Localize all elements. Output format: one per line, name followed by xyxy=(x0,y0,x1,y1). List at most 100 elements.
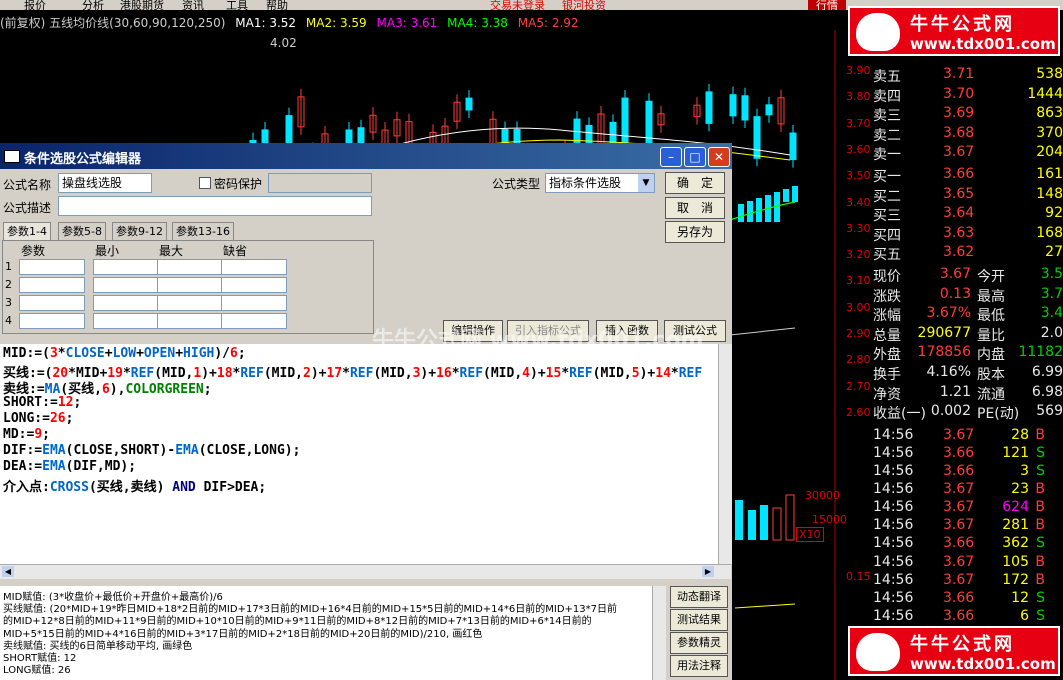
save-as-button[interactable]: 另存为 xyxy=(665,221,725,243)
stat-label-2: 最高 xyxy=(977,288,1005,305)
bid-price: 3.62 xyxy=(943,244,975,261)
param-cell[interactable] xyxy=(157,313,223,329)
quote-stat-row: 涨跌 0.13 最高 3.7 xyxy=(871,286,1063,305)
param-header-max: 最大 xyxy=(159,244,184,258)
stat-label-2: 今开 xyxy=(977,269,1005,285)
tick-volume: 12 xyxy=(1011,589,1029,606)
param-wizard-button[interactable]: 参数精灵 xyxy=(670,632,728,654)
close-button[interactable]: ✕ xyxy=(708,147,730,167)
ask-volume: 204 xyxy=(1036,144,1063,161)
logo-url: www.tdx001.com xyxy=(910,655,1056,673)
ask-label: 卖一 xyxy=(873,147,901,164)
password-checkbox[interactable] xyxy=(199,177,211,189)
broker-link[interactable]: 银河投资 xyxy=(562,0,606,10)
dialog-titlebar[interactable]: 条件选股公式编辑器 – □ ✕ xyxy=(0,143,732,169)
maximize-button[interactable]: □ xyxy=(684,147,706,167)
ma4-readout: MA4: 3.38 xyxy=(447,16,508,30)
param-cell[interactable] xyxy=(93,295,159,311)
candle xyxy=(765,104,773,116)
tab-params-13-16[interactable]: 参数13-16 xyxy=(172,222,234,241)
stat-value-2: 6.99 xyxy=(1031,364,1063,380)
param-cell[interactable] xyxy=(157,277,223,293)
tick-side: B xyxy=(1035,571,1045,588)
param-cell[interactable] xyxy=(221,259,287,275)
param-cell[interactable] xyxy=(221,295,287,311)
stat-value: 4.16% xyxy=(926,364,971,380)
formula-type-label: 公式类型 xyxy=(492,177,541,191)
param-cell[interactable] xyxy=(221,313,287,329)
code-line: 介入点:CROSS(买线,卖线) AND DIF>DEA; xyxy=(3,479,267,495)
candle xyxy=(741,95,749,121)
site-logo-top[interactable]: 牛牛公式网 www.tdx001.com xyxy=(848,6,1060,56)
price-tick: 3.70 xyxy=(846,116,871,130)
menu-item-help[interactable]: 帮助 xyxy=(266,0,288,10)
stat-value: 0.002 xyxy=(930,403,971,420)
tick-side: B xyxy=(1035,553,1045,570)
cow-icon xyxy=(856,13,900,51)
ask-volume: 1444 xyxy=(1027,85,1063,102)
editor-horizontal-scrollbar[interactable]: ◀ ▶ xyxy=(0,564,731,579)
tick-price: 3.66 xyxy=(943,589,975,606)
site-logo-bottom[interactable]: 牛牛公式网 www.tdx001.com xyxy=(848,626,1060,676)
password-label: 密码保护 xyxy=(214,177,263,191)
stat-label-2: 量比 xyxy=(977,327,1005,344)
formula-name-label: 公式名称 xyxy=(3,178,52,192)
param-cell[interactable] xyxy=(93,277,159,293)
tick-price: 3.67 xyxy=(943,571,975,588)
param-cell[interactable] xyxy=(93,259,159,275)
tab-params-9-12[interactable]: 参数9-12 xyxy=(112,222,167,241)
tick-side: S xyxy=(1036,607,1045,624)
tab-params-1-4[interactable]: 参数1-4 xyxy=(3,222,51,241)
param-cell[interactable] xyxy=(19,295,85,311)
editor-vertical-scrollbar[interactable] xyxy=(718,344,732,564)
param-cell[interactable] xyxy=(19,313,85,329)
param-cell[interactable] xyxy=(157,295,223,311)
price-tick: 3.30 xyxy=(846,221,871,235)
formula-desc-input[interactable] xyxy=(58,196,372,216)
menu-item-hk-futures[interactable]: 港股期货 xyxy=(120,0,164,10)
param-cell[interactable] xyxy=(221,277,287,293)
formula-code-editor[interactable]: MID:=(3*CLOSE+LOW+OPEN+HIGH)/6; 买线:=(20*M… xyxy=(0,344,718,564)
dynamic-translate-button[interactable]: 动态翻译 xyxy=(670,586,728,608)
param-row-number: 3 xyxy=(5,296,12,309)
menu-item-news[interactable]: 资讯 xyxy=(182,0,204,10)
test-result-button[interactable]: 测试结果 xyxy=(670,609,728,631)
param-cell[interactable] xyxy=(19,259,85,275)
ok-button[interactable]: 确 定 xyxy=(665,172,725,194)
chevron-down-icon[interactable]: ▼ xyxy=(638,174,654,192)
tick-volume: 28 xyxy=(1011,426,1029,443)
quote-panel: 卖五 3.71 538 卖四 3.70 1444 卖三 3.69 863 卖二 3.68 370 卖一 3… xyxy=(871,46,1063,680)
tick-volume: 6 xyxy=(1020,607,1029,624)
stat-label-2: 最低 xyxy=(977,308,1005,325)
minimize-button[interactable]: – xyxy=(660,147,682,167)
volume-tick-top: 30000 xyxy=(805,489,840,502)
stat-value: 178856 xyxy=(917,344,971,361)
param-cell[interactable] xyxy=(19,277,85,293)
password-input[interactable] xyxy=(268,173,372,193)
cancel-button[interactable]: 取 消 xyxy=(665,197,725,219)
quote-stat-row: 收益(一) 0.002 PE(动) 569 xyxy=(871,403,1063,422)
formula-translation-panel: MID赋值: (3*收盘价+最低价+开盘价+最高价)/6 买线赋值: (20*MI… xyxy=(0,586,652,680)
param-cell[interactable] xyxy=(157,259,223,275)
param-cell[interactable] xyxy=(93,313,159,329)
menu-item-tools[interactable]: 工具 xyxy=(226,0,248,10)
scroll-right-icon[interactable]: ▶ xyxy=(702,566,714,577)
volume-bar xyxy=(748,510,756,540)
market-tab[interactable]: 行情 xyxy=(808,0,846,10)
menu-item-quote[interactable]: 报价 xyxy=(24,0,46,10)
tab-params-5-8[interactable]: 参数5-8 xyxy=(58,222,106,241)
code-line: MD:=9; xyxy=(3,427,50,442)
formula-name-input[interactable]: 操盘线选股 xyxy=(58,173,152,193)
tick-time: 14:56 xyxy=(873,607,914,624)
translation-scrollbar[interactable] xyxy=(652,586,666,680)
candle xyxy=(738,204,744,222)
bid-volume: 168 xyxy=(1036,224,1063,241)
bid-label: 买二 xyxy=(873,188,901,205)
formula-type-select[interactable]: 指标条件选股 ▼ xyxy=(545,173,655,193)
scroll-left-icon[interactable]: ◀ xyxy=(2,566,14,577)
trade-login-status[interactable]: 交易未登录 xyxy=(490,0,545,10)
menu-item-analysis[interactable]: 分析 xyxy=(82,0,104,10)
ask-price: 3.68 xyxy=(943,124,975,141)
usage-notes-button[interactable]: 用法注释 xyxy=(670,655,728,677)
tick-trade-row: 14:56 3.66 6 S xyxy=(871,608,1063,626)
